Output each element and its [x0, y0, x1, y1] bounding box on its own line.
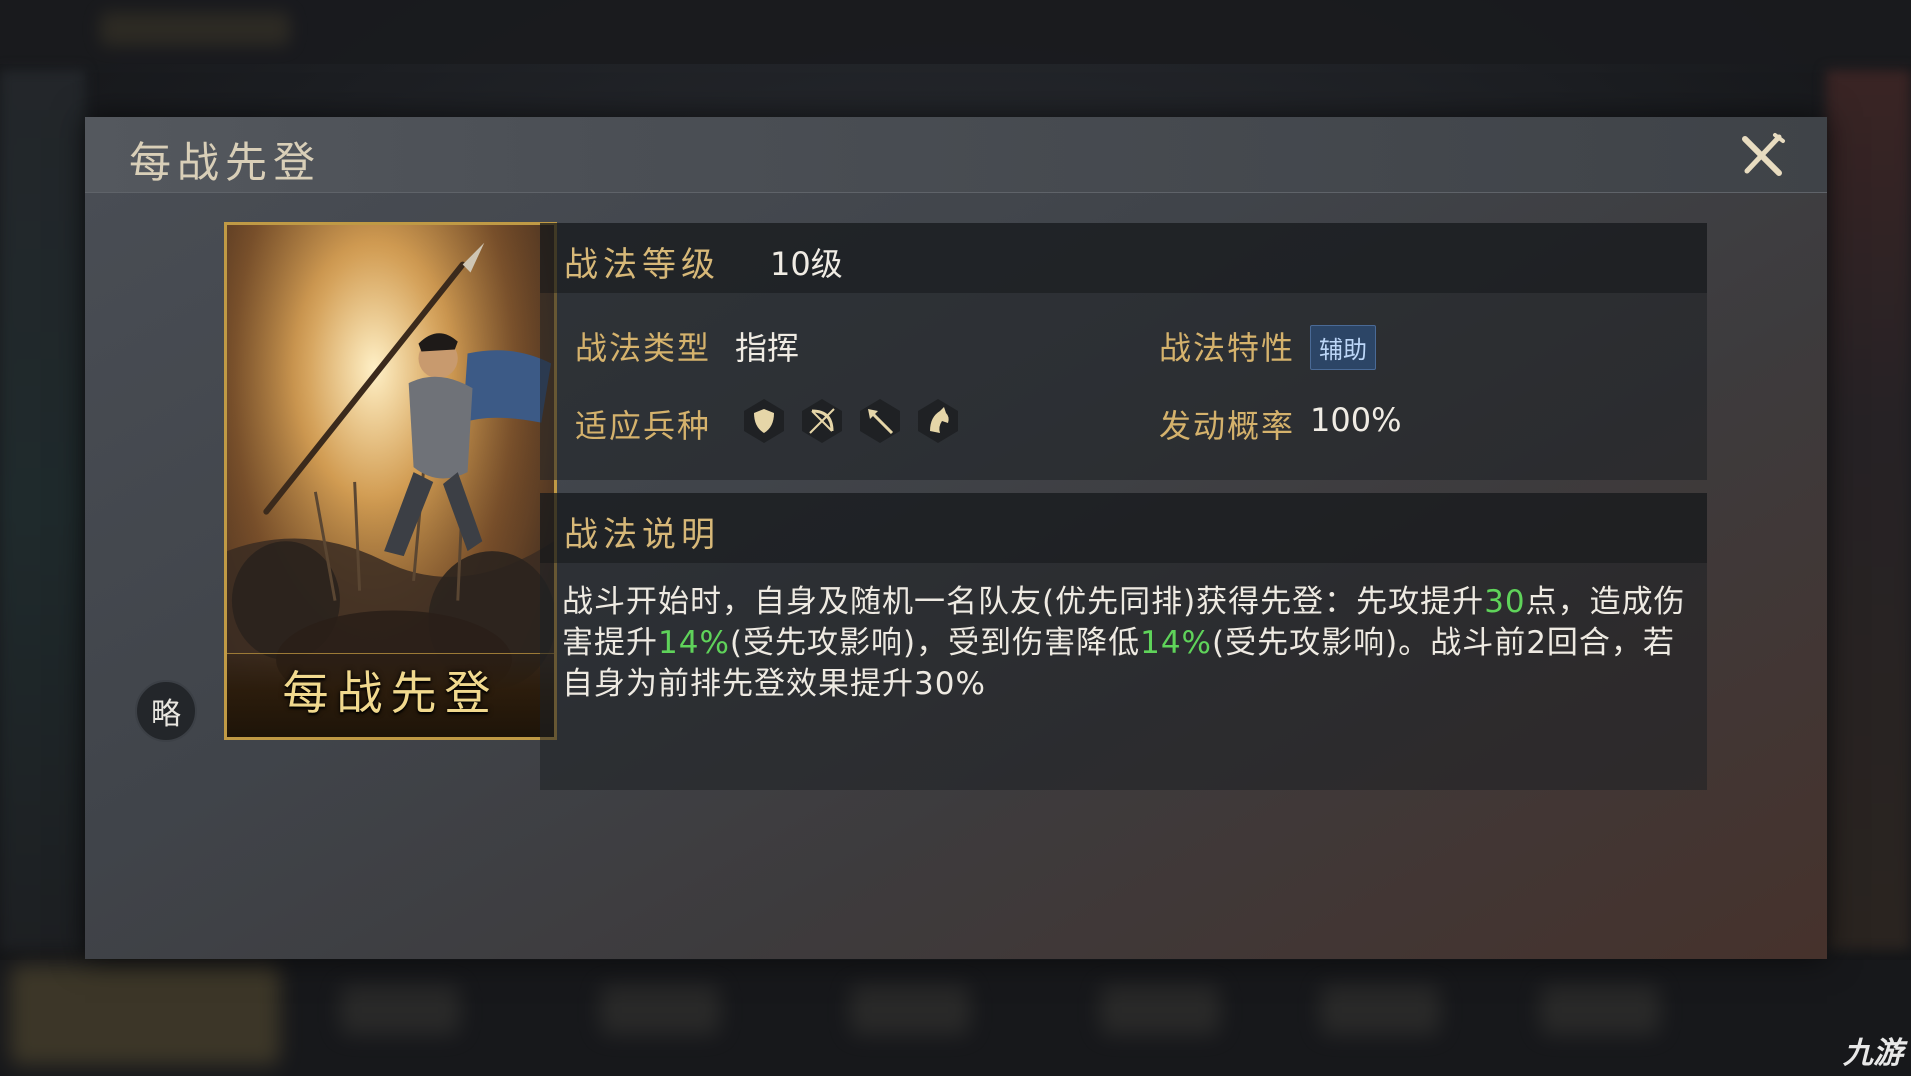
desc-highlight-1: 30 — [1484, 584, 1526, 620]
background-bottom-item — [340, 985, 460, 1035]
desc-part1: 战斗开始时，自身及随机一名队友(优先同排)获得先登：先攻提升 — [562, 584, 1485, 620]
strategy-badge: 略 — [135, 680, 197, 742]
card-name: 每战先登 — [282, 666, 499, 720]
desc-highlight-2: 14% — [658, 625, 730, 661]
background-right-panel — [1826, 70, 1911, 950]
background-bottom-item — [1540, 985, 1660, 1035]
attributes-section: 战法类型 指挥 战法特性 辅助 适应兵种 发动概率 100% — [540, 293, 1707, 480]
rate-value: 100% — [1310, 401, 1402, 439]
description-text: 战斗开始时，自身及随机一名队友(优先同排)获得先登：先攻提升30点，造成伤害提升… — [562, 582, 1692, 705]
desc-part3: (受先攻影响)，受到伤害降低 — [729, 625, 1141, 661]
watermark: 九游 — [1843, 1036, 1903, 1071]
level-header: 战法等级 10级 — [540, 223, 1707, 293]
spear-icon — [860, 399, 900, 443]
level-label: 战法等级 — [564, 245, 720, 285]
horse-icon — [918, 399, 958, 443]
type-label: 战法类型 — [575, 329, 712, 367]
description-header: 战法说明 — [540, 493, 1707, 563]
rate-label: 发动概率 — [1159, 407, 1296, 445]
tactic-card: 每战先登 — [224, 222, 557, 740]
background-bottom-item — [600, 985, 720, 1035]
background-top-tab — [100, 12, 290, 46]
background-bottom-item — [1320, 985, 1440, 1035]
desc-highlight-3: 14% — [1140, 625, 1212, 661]
type-value: 指挥 — [735, 329, 800, 367]
level-value: 10级 — [770, 245, 843, 283]
dialog-header: 每战先登 — [85, 117, 1827, 193]
background-bottom-button — [10, 965, 280, 1065]
close-button[interactable] — [1737, 131, 1787, 181]
trait-label: 战法特性 — [1159, 329, 1296, 367]
troops-label: 适应兵种 — [575, 407, 712, 445]
background-bottom-item — [1100, 985, 1220, 1035]
description-title: 战法说明 — [564, 515, 720, 555]
close-x-icon — [1742, 133, 1785, 176]
trait-badge: 辅助 — [1310, 325, 1376, 370]
background-left-panel — [0, 70, 85, 950]
background-bottom-item — [850, 985, 970, 1035]
dialog-title: 每战先登 — [129, 138, 322, 187]
bow-icon — [802, 399, 842, 443]
shield-icon — [744, 399, 784, 443]
